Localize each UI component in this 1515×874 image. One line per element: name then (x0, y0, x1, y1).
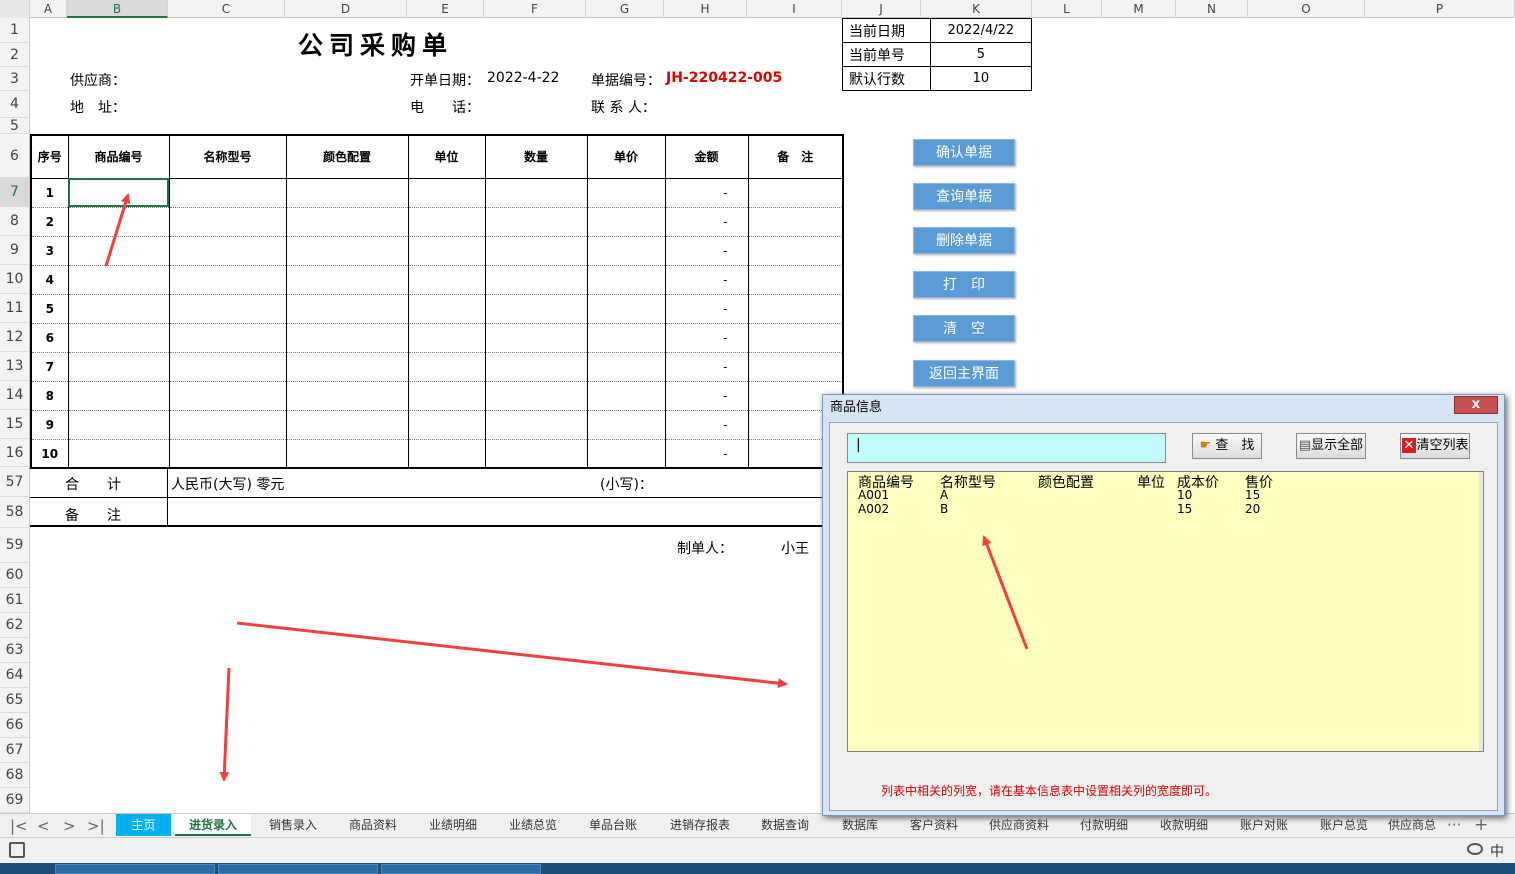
tab-purchase-entry[interactable]: 进货录入 (175, 814, 251, 836)
more-sheets-icon[interactable]: ··· (1447, 816, 1461, 834)
arrow-to-list (982, 535, 1029, 650)
prev-sheet-icon[interactable]: < (37, 817, 50, 835)
tab-home[interactable]: 主页 (116, 814, 171, 836)
tab-database[interactable]: 数据库 (826, 814, 894, 836)
windows-taskbar (0, 863, 1515, 874)
arrow-to-tab (219, 667, 231, 782)
tab-inventory-report[interactable]: 进销存报表 (655, 814, 745, 836)
tab-payment-detail[interactable]: 付款明细 (1066, 814, 1142, 836)
taskbar-app[interactable] (218, 864, 378, 874)
tab-performance-detail[interactable]: 业绩明细 (415, 814, 491, 836)
tab-suppliers[interactable]: 供应商资料 (976, 814, 1062, 836)
status-bar: 中 (0, 837, 1515, 863)
tab-receipt-detail[interactable]: 收款明细 (1146, 814, 1222, 836)
first-sheet-icon[interactable]: |< (10, 817, 28, 835)
tab-product-info[interactable]: 商品资料 (335, 814, 411, 836)
tab-customers[interactable]: 客户资料 (896, 814, 972, 836)
taskbar-app[interactable] (55, 864, 215, 874)
tab-supplier-summary[interactable]: 供应商总 (1384, 814, 1440, 836)
arrow-to-dialog (236, 621, 788, 689)
dialog-annotation-arrow (982, 535, 1029, 650)
tab-performance-overview[interactable]: 业绩总览 (495, 814, 571, 836)
eye-icon[interactable] (1467, 843, 1483, 855)
last-sheet-icon[interactable]: >| (87, 817, 105, 835)
tab-data-query[interactable]: 数据查询 (749, 814, 821, 836)
macro-record-icon[interactable] (9, 842, 25, 858)
tab-item-ledger[interactable]: 单品台账 (575, 814, 651, 836)
taskbar-app[interactable] (381, 864, 541, 874)
tab-account-overview[interactable]: 账户总览 (1306, 814, 1382, 836)
arrow-to-code-cell (104, 193, 131, 267)
add-sheet-icon[interactable]: + (1474, 815, 1488, 835)
tab-account-reconcile[interactable]: 账户对账 (1226, 814, 1302, 836)
product-info-dialog: 商品信息 x | ☛ 查 找 ▤显示全部 ✕ 清空列表 商品编号 名称型号 颜色配… (822, 394, 1505, 816)
tab-sales-entry[interactable]: 销售录入 (255, 814, 331, 836)
next-sheet-icon[interactable]: > (63, 817, 76, 835)
input-method-indicator[interactable]: 中 (1490, 841, 1504, 861)
